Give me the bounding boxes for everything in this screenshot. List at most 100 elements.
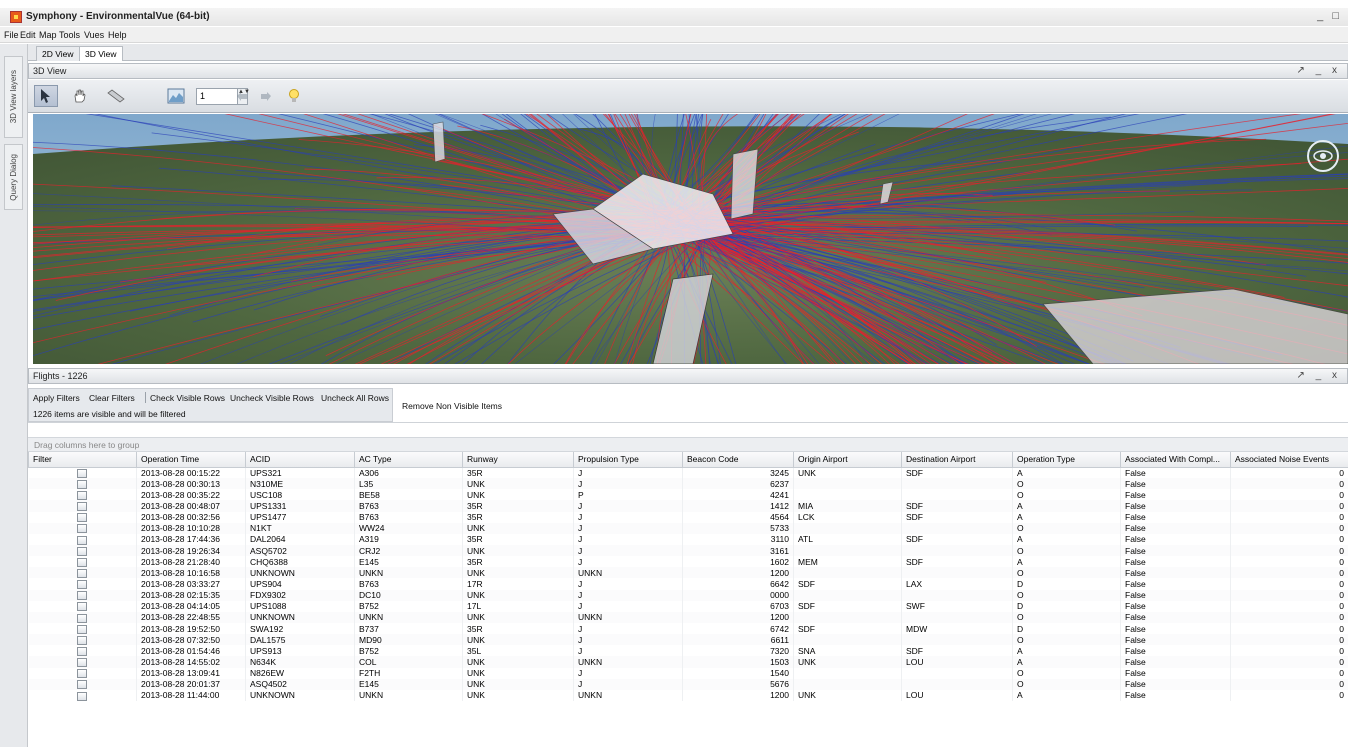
table-row[interactable]: 2013-08-28 00:15:22 UPS321 A306 35R J 3245 UNK… <box>28 467 1348 479</box>
clear-filters-button[interactable]: Clear Filters <box>89 393 135 403</box>
remove-non-visible-items-button[interactable]: Remove Non Visible Items <box>402 401 502 411</box>
filter-checkbox[interactable] <box>77 479 88 489</box>
filter-checkbox[interactable] <box>77 591 88 601</box>
filter-checkbox[interactable] <box>77 524 88 534</box>
table-row[interactable]: 2013-08-28 11:44:00 UNKNOWN UNKN UNK UNKN 120… <box>28 689 1348 701</box>
table-row[interactable]: 2013-08-28 19:52:50 SWA192 B737 35R J 6742 SDF… <box>28 622 1348 635</box>
filter-cell <box>28 578 137 590</box>
table-row[interactable]: 2013-08-28 17:44:36 DAL2064 A319 35R J 3110 AT… <box>28 533 1348 545</box>
table-row[interactable]: 2013-08-28 20:01:37 ASQ4502 E145 UNK J 5676 O F… <box>28 678 1348 690</box>
column-header-filter[interactable]: Filter <box>28 452 137 468</box>
tab-3d-view[interactable]: 3D View <box>79 46 123 61</box>
table-row[interactable]: 2013-08-28 02:15:35 FDX9302 DC10 UNK J 0000 O F… <box>28 589 1348 601</box>
lightbulb-icon[interactable] <box>282 85 306 107</box>
table-row[interactable]: 2013-08-28 00:35:22 USC108 BE58 UNK P 4241 O Fa… <box>28 489 1348 501</box>
filter-cell <box>28 556 137 568</box>
filter-checkbox[interactable] <box>77 490 88 500</box>
undo-icon[interactable] <box>230 85 254 107</box>
menu-help[interactable]: Help <box>108 30 127 40</box>
filter-checkbox[interactable] <box>77 602 88 612</box>
table-row[interactable]: 2013-08-28 10:10:28 N1KT WW24 UNK J 5733 O Fals… <box>28 522 1348 534</box>
table-row[interactable]: 2013-08-28 00:32:56 UPS1477 B763 35R J 4564 LC… <box>28 511 1348 523</box>
table-row[interactable]: 2013-08-28 19:26:34 ASQ5702 CRJ2 UNK J 3161 O F… <box>28 544 1348 557</box>
pointer-tool-icon[interactable] <box>34 85 58 107</box>
filter-cell <box>28 489 137 501</box>
column-header-runway[interactable]: Runway <box>462 452 574 468</box>
apply-filters-button[interactable]: Apply Filters <box>33 393 80 403</box>
uncheck-all-rows-button[interactable]: Uncheck All Rows <box>321 393 389 403</box>
column-header-propulsion-type[interactable]: Propulsion Type <box>573 452 683 468</box>
menu-vues[interactable]: Vues <box>84 30 104 40</box>
menu-edit[interactable]: Edit <box>20 30 36 40</box>
tab-3d-view-layers[interactable]: 3D View layers <box>4 56 23 138</box>
filter-checkbox[interactable] <box>77 513 88 523</box>
view-panel-title: 3D View <box>33 66 67 76</box>
table-cell: D <box>1012 578 1121 590</box>
table-cell <box>793 567 902 579</box>
column-header-associated-noise-events[interactable]: Associated Noise Events <box>1230 452 1348 468</box>
measure-ruler-icon[interactable] <box>104 85 128 107</box>
table-cell: SDF <box>901 467 1013 479</box>
column-header-destination-airport[interactable]: Destination Airport <box>901 452 1013 468</box>
filter-checkbox[interactable] <box>77 669 88 679</box>
column-header-associated-with-complaint[interactable]: Associated With Compl... <box>1120 452 1231 468</box>
table-cell: UNKN <box>573 656 683 668</box>
table-row[interactable]: 2013-08-28 22:48:55 UNKNOWN UNKN UNK UNKN 120… <box>28 611 1348 623</box>
filter-checkbox[interactable] <box>77 635 88 645</box>
filter-checkbox[interactable] <box>77 546 88 556</box>
table-row[interactable]: 2013-08-28 21:28:40 CHQ6388 E145 35R J 1602 ME… <box>28 556 1348 568</box>
table-cell: 35R <box>462 500 574 512</box>
table-cell: 2013-08-28 00:35:22 <box>136 489 246 501</box>
table-row[interactable]: 2013-08-28 00:48:07 UPS1331 B763 35R J 1412 MI… <box>28 500 1348 512</box>
table-cell: LOU <box>901 656 1013 668</box>
filter-checkbox[interactable] <box>77 535 88 545</box>
table-cell <box>901 544 1013 557</box>
table-cell: False <box>1120 589 1231 601</box>
tab-query-dialog[interactable]: Query Dialog <box>4 144 23 210</box>
column-header-operation-time[interactable]: Operation Time <box>136 452 246 468</box>
filter-cell <box>28 678 137 690</box>
3d-map-view[interactable] <box>33 114 1348 364</box>
column-header-operation-type[interactable]: Operation Type <box>1012 452 1121 468</box>
uncheck-visible-rows-button[interactable]: Uncheck Visible Rows <box>230 393 314 403</box>
filter-checkbox[interactable] <box>77 502 88 512</box>
group-by-drop-area[interactable]: Drag columns here to group <box>28 437 1348 452</box>
table-cell: False <box>1120 600 1231 612</box>
menu-map[interactable]: Map <box>39 30 57 40</box>
table-row[interactable]: 2013-08-28 01:54:46 UPS913 B752 35L J 7320 SNA… <box>28 645 1348 657</box>
filter-checkbox[interactable] <box>77 580 88 590</box>
menu-tools[interactable]: Tools <box>59 30 80 40</box>
menu-file[interactable]: File <box>4 30 19 40</box>
terrain-chart-icon[interactable] <box>164 85 188 107</box>
tab-2d-view[interactable]: 2D View <box>36 46 80 61</box>
filter-checkbox[interactable] <box>77 646 88 656</box>
table-row[interactable]: 2013-08-28 14:55:02 N634K COL UNK UNKN 1503 UN… <box>28 656 1348 668</box>
column-header-acid[interactable]: ACID <box>245 452 355 468</box>
filter-checkbox[interactable] <box>77 568 88 578</box>
filter-checkbox[interactable] <box>77 624 88 634</box>
table-row[interactable]: 2013-08-28 10:16:58 UNKNOWN UNKN UNK UNKN 120… <box>28 567 1348 579</box>
check-visible-rows-button[interactable]: Check Visible Rows <box>150 393 225 403</box>
filter-checkbox[interactable] <box>77 468 88 478</box>
table-cell: SNA <box>793 645 902 657</box>
filter-checkbox[interactable] <box>77 557 88 567</box>
table-row[interactable]: 2013-08-28 13:09:41 N826EW F2TH UNK J 1540 O Fa… <box>28 667 1348 679</box>
table-row[interactable]: 2013-08-28 03:33:27 UPS904 B763 17R J 6642 SDF… <box>28 578 1348 590</box>
table-cell: 17R <box>462 578 574 590</box>
flights-panel-controls[interactable]: ↗ _ x <box>1297 370 1342 381</box>
table-row[interactable]: 2013-08-28 00:30:13 N310ME L35 UNK J 6237 O Fal… <box>28 478 1348 490</box>
table-row[interactable]: 2013-08-28 07:32:50 DAL1575 MD90 UNK J 6611 O F… <box>28 634 1348 646</box>
column-header-ac-type[interactable]: AC Type <box>354 452 463 468</box>
redo-icon[interactable] <box>254 85 278 107</box>
filter-checkbox[interactable] <box>77 691 88 701</box>
view-panel-controls[interactable]: ↗ _ x <box>1297 65 1342 76</box>
table-row[interactable]: 2013-08-28 04:14:05 UPS1088 B752 17L J 6703 SD… <box>28 600 1348 612</box>
filter-checkbox[interactable] <box>77 680 88 690</box>
filter-checkbox[interactable] <box>77 658 88 668</box>
table-cell <box>793 634 902 646</box>
column-header-beacon-code[interactable]: Beacon Code <box>682 452 794 468</box>
window-controls[interactable]: _ □ <box>1317 10 1342 22</box>
column-header-origin-airport[interactable]: Origin Airport <box>793 452 902 468</box>
pan-hand-icon[interactable] <box>68 85 92 107</box>
filter-checkbox[interactable] <box>77 613 88 623</box>
